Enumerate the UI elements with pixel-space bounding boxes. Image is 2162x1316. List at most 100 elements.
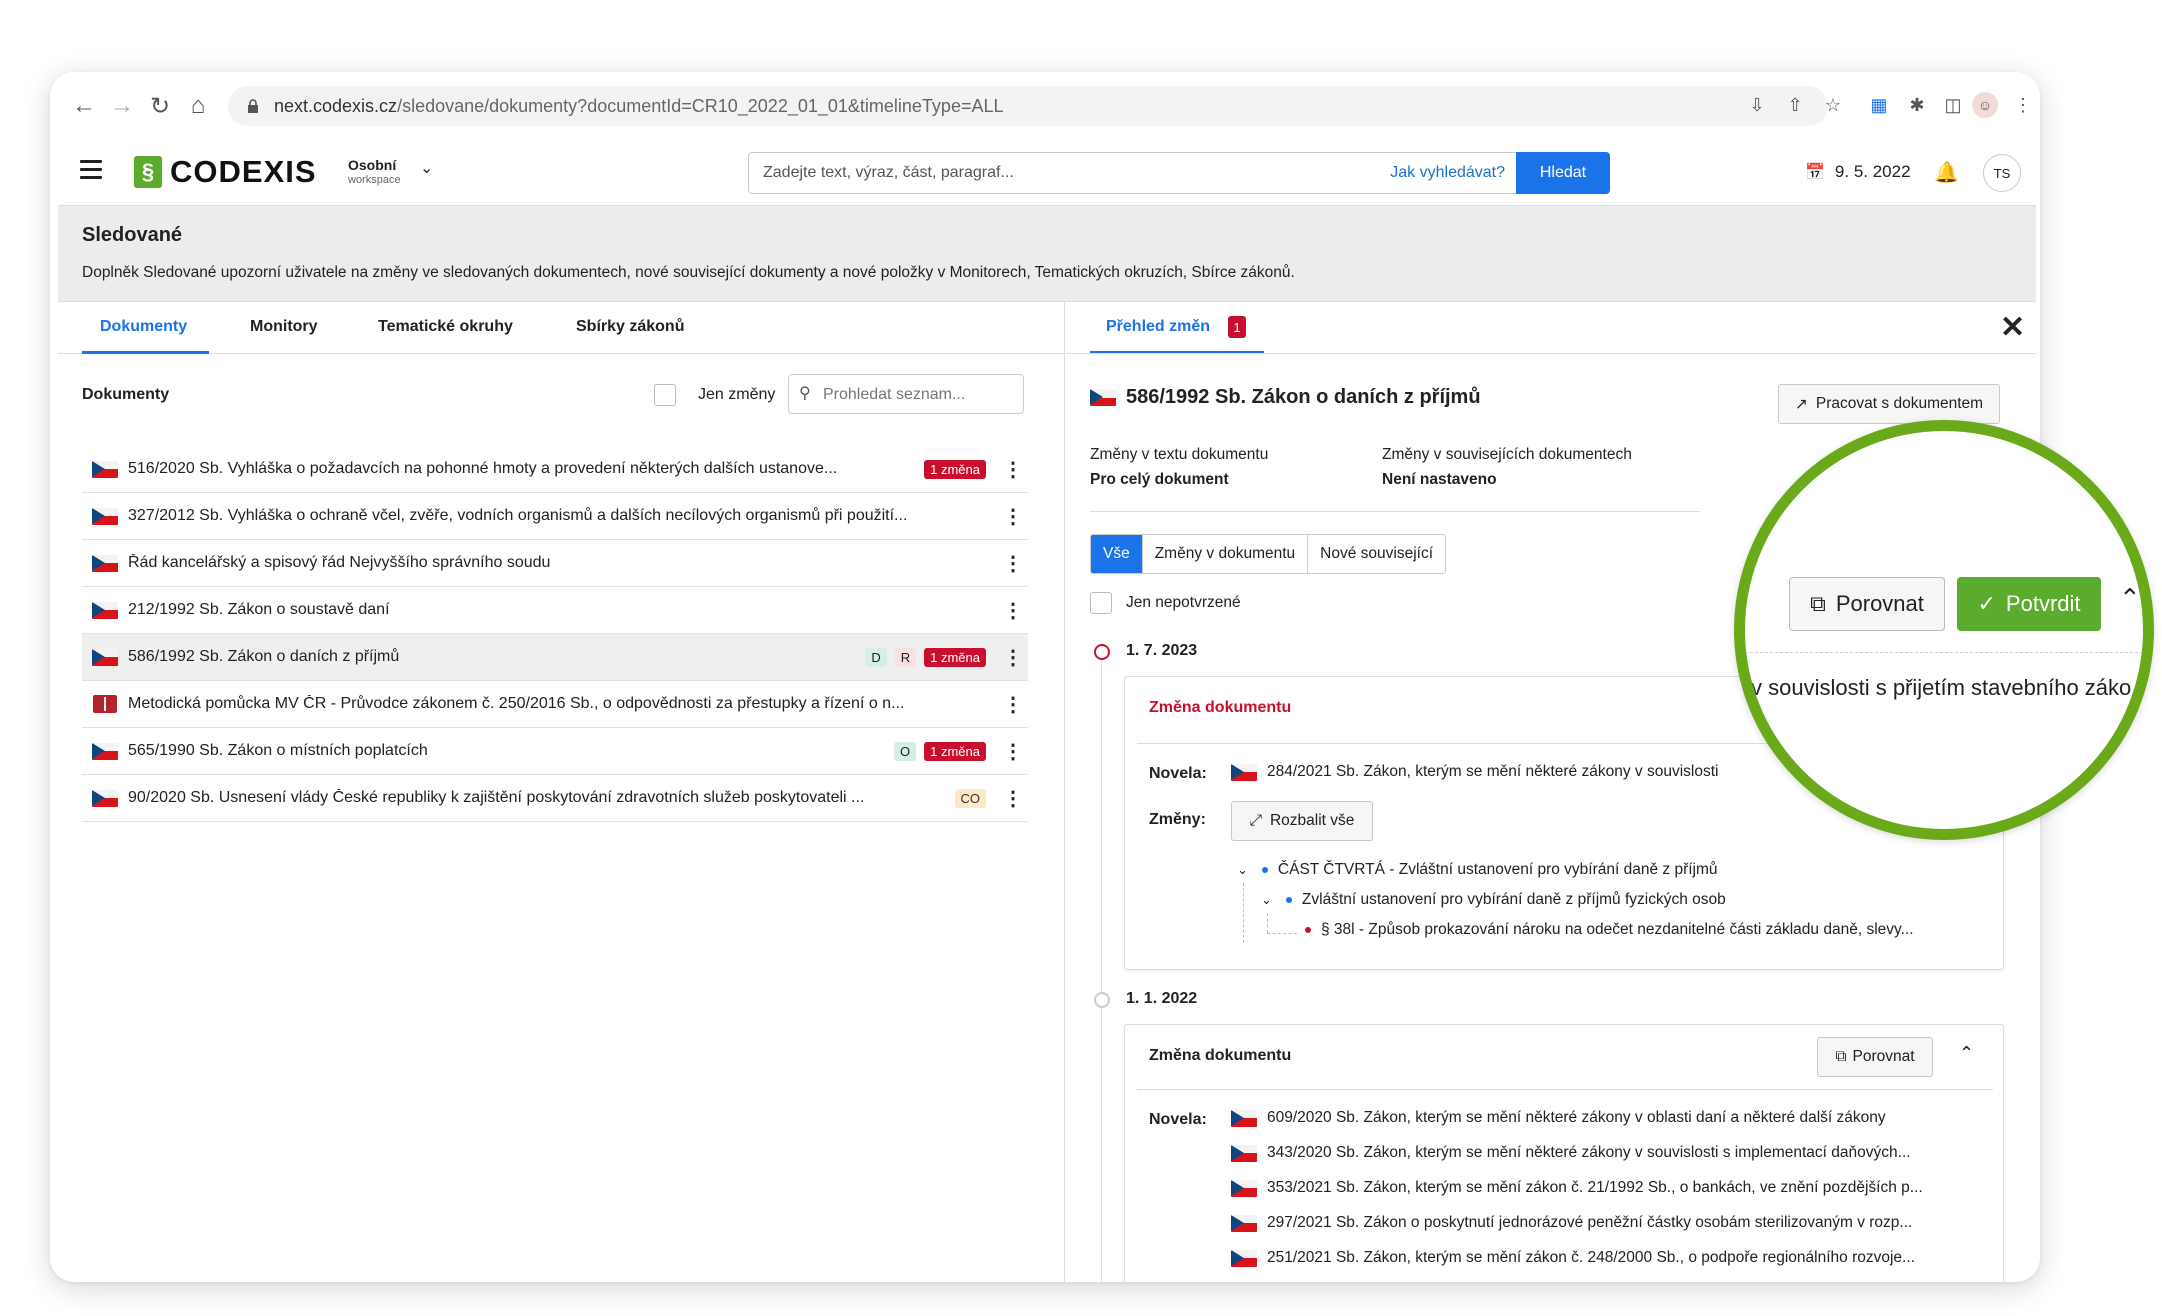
- close-icon[interactable]: ✕: [2000, 310, 2025, 345]
- tab-tematicke-okruhy[interactable]: Tematické okruhy: [378, 318, 513, 336]
- codexis-logo[interactable]: § CODEXIS: [134, 154, 317, 190]
- segment-zmeny-v-dokumentu[interactable]: Změny v dokumentu: [1143, 535, 1309, 573]
- list-item[interactable]: Řád kancelářský a spisový řád Nejvyššího…: [82, 540, 1028, 587]
- tree-item-part4[interactable]: ⌄ ČÁST ČTVRTÁ - Zvláštní ustanovení pro v…: [1237, 861, 1718, 879]
- more-options-icon[interactable]: ⋮: [998, 551, 1028, 576]
- list-item[interactable]: 90/2020 Sb. Usnesení vlády České republi…: [82, 775, 1028, 822]
- segment-vse[interactable]: Vše: [1091, 535, 1143, 573]
- only-changes-checkbox[interactable]: [654, 384, 676, 406]
- profile-icon[interactable]: ☺: [1972, 92, 1998, 118]
- home-icon[interactable]: ⌂: [180, 88, 216, 124]
- tab-sbirky-zakonu[interactable]: Sbírky zákonů: [576, 318, 684, 336]
- zoom-compare-button[interactable]: ⧉ Porovnat: [1789, 577, 1945, 631]
- novela-item[interactable]: 353/2021 Sb. Zákon, kterým se mění zákon…: [1231, 1179, 1923, 1197]
- tree-item-paragraph[interactable]: § 38l - Způsob prokazování nároku na ode…: [1305, 921, 1914, 939]
- search-help-link[interactable]: Jak vyhledávat?: [1390, 164, 1505, 182]
- document-title: Řád kancelářský a spisový řád Nejvyššího…: [128, 554, 551, 571]
- changes-label: Změny:: [1149, 811, 1206, 828]
- novela-text: 284/2021 Sb. Zákon, kterým se mění někte…: [1267, 763, 1719, 780]
- document-title: 327/2012 Sb. Vyhláška o ochraně včel, zv…: [128, 507, 908, 524]
- segment-nove-souvisejici[interactable]: Nové související: [1308, 535, 1445, 573]
- status-badge: 1 změna: [924, 647, 986, 667]
- chevron-up-icon[interactable]: ⌃: [1959, 1043, 1974, 1064]
- czech-flag-icon: [1231, 1249, 1257, 1267]
- tree-bullet: [1285, 897, 1292, 903]
- chevron-down-icon[interactable]: ⌄: [420, 158, 433, 178]
- more-options-icon[interactable]: ⋮: [998, 504, 1028, 529]
- novela-item[interactable]: 343/2020 Sb. Zákon, kterým se mění někte…: [1231, 1144, 1911, 1162]
- avatar[interactable]: TS: [1983, 154, 2021, 192]
- status-badge: CO: [954, 788, 986, 808]
- list-item[interactable]: 565/1990 Sb. Zákon o místních poplatcích…: [82, 728, 1028, 775]
- novela-item[interactable]: 251/2021 Sb. Zákon, kterým se mění zákon…: [1231, 1249, 1915, 1267]
- novela-item[interactable]: 284/2021 Sb. Zákon, kterým se mění někte…: [1231, 763, 1718, 781]
- search-button[interactable]: Hledat: [1516, 152, 1610, 194]
- expand-all-button[interactable]: ⤢ Rozbalit vše: [1231, 801, 1373, 841]
- list-search-field[interactable]: ⚲ Prohledat seznam...: [788, 374, 1024, 414]
- menu-dots-icon[interactable]: ⋮: [2008, 90, 2038, 120]
- tree-item-label: ČÁST ČTVRTÁ - Zvláštní ustanovení pro vy…: [1277, 861, 1718, 878]
- search-input[interactable]: Zadejte text, výraz, část, paragraf...: [763, 164, 1014, 182]
- star-icon[interactable]: ☆: [1818, 90, 1848, 120]
- confirm-button[interactable]: ✓ Potvrdit: [1957, 577, 2101, 631]
- lock-icon: [248, 99, 258, 113]
- document-title-text: 586/1992 Sb. Zákon o daních z příjmů: [1126, 386, 1481, 408]
- timeline-line: [1101, 652, 1102, 1282]
- tab-prehled-zmen[interactable]: Přehled změn: [1106, 318, 1210, 336]
- date-picker[interactable]: 📅 9. 5. 2022: [1805, 162, 1911, 182]
- only-unconfirmed-checkbox[interactable]: [1090, 592, 1112, 614]
- banner-description: Doplněk Sledované upozorní uživatele na …: [82, 264, 1295, 281]
- list-item[interactable]: 516/2020 Sb. Vyhláška o požadavcích na p…: [82, 446, 1028, 493]
- logo-mark: §: [134, 156, 162, 188]
- page-title: Sledované: [82, 224, 183, 246]
- forward-icon[interactable]: →: [104, 88, 140, 124]
- zoom-compare-label: Porovnat: [1835, 591, 1924, 616]
- list-item[interactable]: 327/2012 Sb. Vyhláška o ochraně včel, zv…: [82, 493, 1028, 540]
- tree-guide: [1243, 883, 1244, 943]
- novela-item[interactable]: 609/2020 Sb. Zákon, kterým se mění někte…: [1231, 1109, 1886, 1127]
- novela-label: Novela:: [1149, 765, 1207, 782]
- list-search-input[interactable]: Prohledat seznam...: [823, 386, 965, 404]
- more-options-icon[interactable]: ⋮: [998, 692, 1028, 717]
- document-title: Metodická pomůcka MV ČR - Průvodce zákon…: [128, 695, 905, 712]
- documents-panel: Dokumenty Monitory Tematické okruhy Sbír…: [58, 302, 1065, 1282]
- compare-label: Porovnat: [1852, 1048, 1915, 1065]
- compare-icon: ⧉: [1835, 1048, 1847, 1065]
- more-options-icon[interactable]: ⋮: [998, 645, 1028, 670]
- address-bar[interactable]: next.codexis.cz/sledovane/dokumenty?docu…: [228, 86, 1828, 126]
- list-item[interactable]: 212/1992 Sb. Zákon o soustavě daní ⋮: [82, 587, 1028, 634]
- change-card-title: Změna dokumentu: [1149, 1047, 1292, 1064]
- extension-icon[interactable]: ▦: [1864, 90, 1894, 120]
- more-options-icon[interactable]: ⋮: [998, 739, 1028, 764]
- reload-icon[interactable]: ↻: [142, 88, 178, 124]
- install-icon[interactable]: ⇩: [1742, 90, 1772, 120]
- share-icon[interactable]: ⇧: [1780, 90, 1810, 120]
- more-options-icon[interactable]: ⋮: [998, 786, 1028, 811]
- more-options-icon[interactable]: ⋮: [998, 598, 1028, 623]
- document-title: 90/2020 Sb. Usnesení vlády České republi…: [128, 789, 865, 806]
- search-field[interactable]: Zadejte text, výraz, část, paragraf... J…: [748, 152, 1610, 194]
- confirm-label: Potvrdit: [2005, 591, 2081, 616]
- hamburger-icon[interactable]: [80, 160, 102, 180]
- tab-dokumenty[interactable]: Dokumenty: [100, 318, 187, 336]
- chevron-up-icon[interactable]: ⌃: [2119, 583, 2141, 614]
- timeline-dot-active: [1094, 644, 1110, 660]
- tabs-divider: [1066, 353, 2036, 354]
- tree-item-section[interactable]: ⌄ Zvláštní ustanovení pro vybírání daně z…: [1261, 891, 1726, 909]
- czech-flag-icon: [92, 460, 118, 478]
- work-with-document-button[interactable]: ↗ Pracovat s dokumentem: [1778, 384, 2000, 424]
- list-item[interactable]: 586/1992 Sb. Zákon o daních z příjmů D R 1 …: [82, 634, 1028, 681]
- sidepanel-icon[interactable]: ◫: [1938, 90, 1968, 120]
- compare-button[interactable]: ⧉ Porovnat: [1817, 1037, 1933, 1077]
- list-item[interactable]: Metodická pomůcka MV ČR - Průvodce zákon…: [82, 681, 1028, 728]
- tab-monitory[interactable]: Monitory: [250, 318, 318, 336]
- back-icon[interactable]: ←: [66, 88, 102, 124]
- check-icon: ✓: [1977, 591, 1996, 616]
- expand-all-label: Rozbalit vše: [1269, 812, 1355, 829]
- novela-item[interactable]: 297/2021 Sb. Zákon o poskytnutí jednoráz…: [1231, 1214, 1912, 1232]
- bell-icon[interactable]: 🔔: [1934, 160, 1959, 185]
- more-options-icon[interactable]: ⋮: [998, 457, 1028, 482]
- active-tab-underline: [82, 351, 209, 354]
- puzzle-icon[interactable]: ✱: [1902, 90, 1932, 120]
- workspace-switcher[interactable]: Osobní workspace: [348, 158, 401, 186]
